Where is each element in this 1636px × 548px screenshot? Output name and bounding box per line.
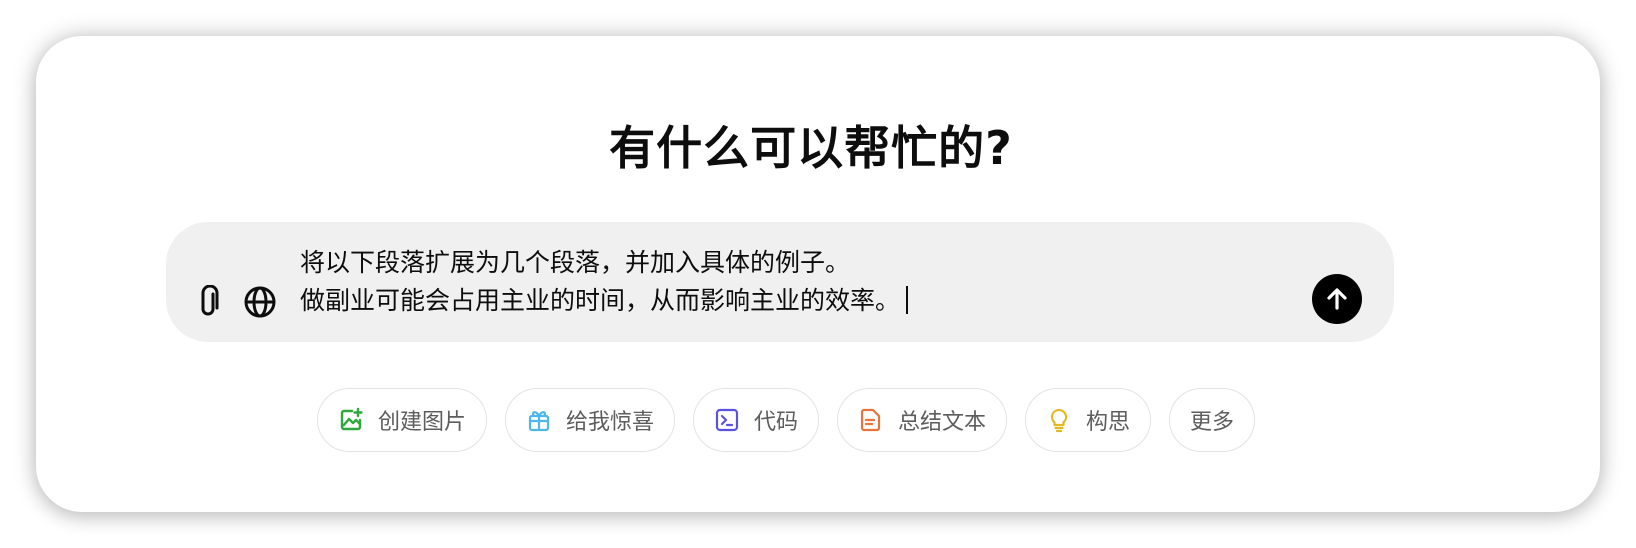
image-create-icon	[338, 407, 364, 433]
text-caret	[906, 286, 909, 314]
prompt-input[interactable]: 将以下段落扩展为几个段落，并加入具体的例子。 做副业可能会占用主业的时间，从而影…	[300, 244, 1300, 320]
prompt-line-2: 做副业可能会占用主业的时间，从而影响主业的效率。	[300, 282, 1300, 320]
prompt-composer[interactable]: 将以下段落扩展为几个段落，并加入具体的例子。 做副业可能会占用主业的时间，从而影…	[166, 222, 1394, 342]
chip-summarize-text[interactable]: 总结文本	[837, 388, 1008, 452]
arrow-up-icon	[1327, 288, 1347, 310]
chip-brainstorm[interactable]: 构思	[1025, 388, 1152, 452]
send-button[interactable]	[1312, 274, 1362, 324]
web-search-button[interactable]	[240, 282, 280, 322]
globe-icon	[244, 286, 276, 318]
paperclip-icon	[201, 285, 219, 316]
lightbulb-icon	[1046, 407, 1072, 433]
suggestion-chips: 创建图片 给我惊喜 代码 总结文本 构思 更多	[0, 388, 1600, 452]
attach-button[interactable]	[190, 282, 230, 322]
prompt-line-2-text: 做副业可能会占用主业的时间，从而影响主业的效率。	[300, 286, 901, 315]
chip-surprise-me[interactable]: 给我惊喜	[504, 388, 675, 452]
chip-create-image[interactable]: 创建图片	[316, 388, 487, 452]
chip-label: 代码	[753, 410, 798, 435]
chip-code[interactable]: 代码	[692, 388, 819, 452]
prompt-line-1: 将以下段落扩展为几个段落，并加入具体的例子。	[300, 248, 851, 277]
chip-label: 给我惊喜	[565, 410, 654, 435]
chip-label: 构思	[1086, 410, 1131, 435]
gift-icon	[526, 407, 552, 433]
chip-label: 创建图片	[377, 410, 466, 435]
document-icon	[858, 407, 884, 433]
chip-more[interactable]: 更多	[1169, 388, 1256, 452]
chip-label: 总结文本	[898, 410, 987, 435]
chip-label: 更多	[1190, 410, 1235, 435]
chat-home-panel: 有什么可以帮忙的? 将以下段落扩展为几个段落，并加入具体的例子。 做副业可能会占…	[36, 36, 1600, 512]
page-title: 有什么可以帮忙的?	[609, 121, 1013, 175]
terminal-icon	[714, 407, 740, 433]
